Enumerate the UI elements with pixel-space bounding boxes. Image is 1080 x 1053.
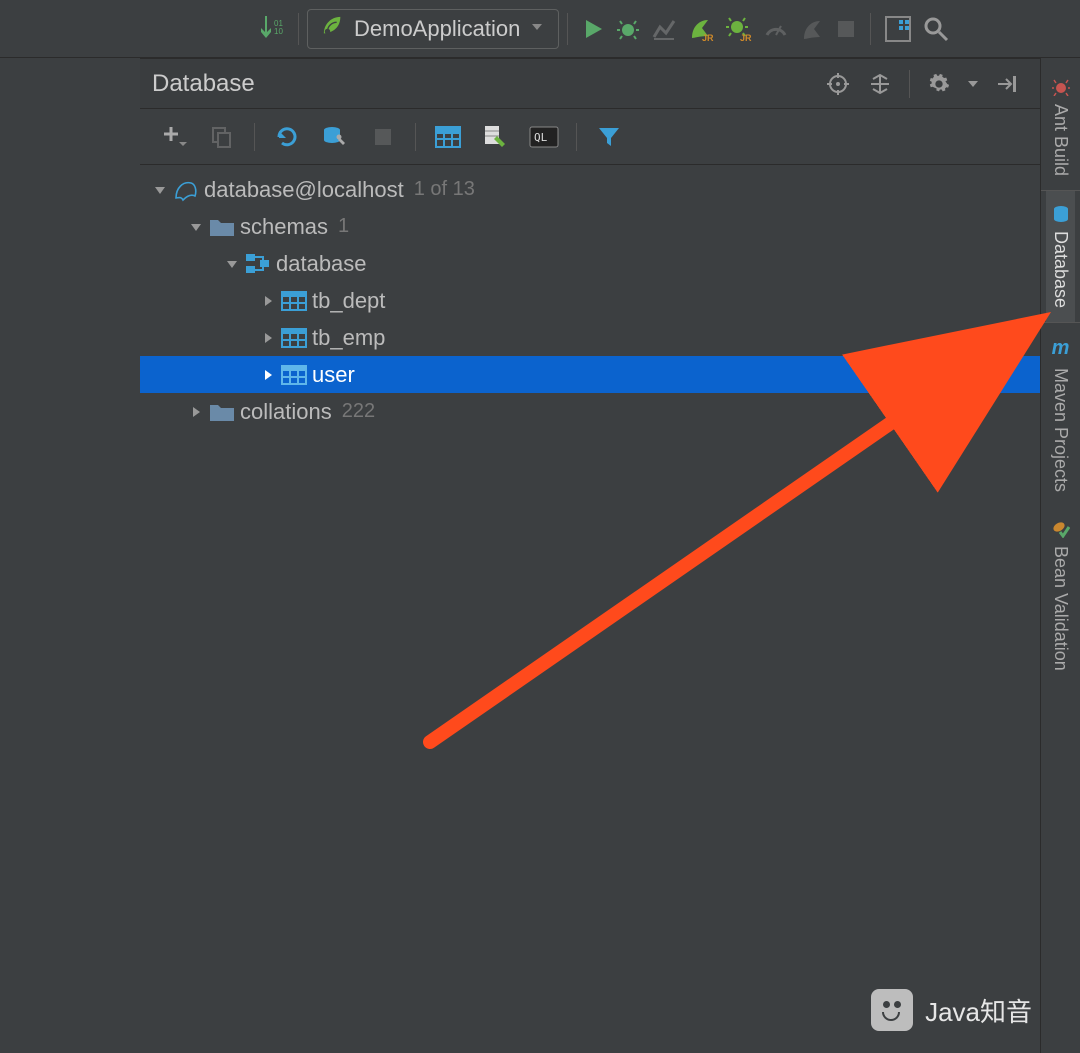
right-tool-rail: Ant Build Database m Maven Projects Bean… (1040, 58, 1080, 1053)
chevron-down-icon (222, 257, 242, 271)
run-configuration-label: DemoApplication (354, 16, 520, 42)
folder-icon (208, 400, 236, 424)
edit-data-icon[interactable] (478, 119, 514, 155)
chevron-right-icon (258, 294, 278, 308)
tree-node-label: tb_dept (312, 288, 385, 314)
panel-title: Database (152, 70, 255, 98)
tree-node-collations[interactable]: collations 222 (140, 393, 1040, 430)
tree-node-datasource[interactable]: database@localhost 1 of 13 (140, 171, 1040, 208)
chevron-right-icon (258, 368, 278, 382)
debug-jr-icon[interactable]: JR (726, 9, 752, 49)
search-icon[interactable] (923, 9, 949, 49)
rail-tab-ant-build[interactable]: Ant Build (1046, 64, 1075, 190)
toolbar-separator (567, 13, 568, 45)
chevron-right-icon (258, 331, 278, 345)
tree-node-label: schemas (240, 214, 328, 240)
mysql-dolphin-icon (172, 178, 200, 202)
sql-console-icon[interactable]: QL (526, 119, 562, 155)
rail-tab-database[interactable]: Database (1046, 191, 1075, 322)
tree-node-count: 1 (338, 215, 349, 238)
toolbar-separator (870, 13, 871, 45)
rail-tab-label: Bean Validation (1050, 546, 1071, 671)
tree-node-label: database (276, 251, 367, 277)
toolbar-separator (415, 123, 416, 151)
rail-tab-bean-validation[interactable]: Bean Validation (1046, 506, 1075, 685)
chevron-down-icon (186, 220, 206, 234)
gauge-icon[interactable] (764, 9, 788, 49)
tree-node-table-selected[interactable]: user (140, 356, 1040, 393)
tree-node-label: collations (240, 399, 332, 425)
chevron-down-icon (530, 17, 544, 40)
toolbar-separator (576, 123, 577, 151)
tree-node-count: 222 (342, 400, 375, 423)
main-toolbar: 0110 DemoApplication JR JR (0, 0, 1080, 58)
schema-icon (244, 252, 272, 276)
chevron-right-icon (186, 405, 206, 419)
wechat-icon (871, 989, 913, 1031)
stop-sync-icon[interactable] (365, 119, 401, 155)
panel-toolbar: QL (140, 109, 1040, 165)
svg-text:JR: JR (702, 33, 714, 42)
coverage-button[interactable] (652, 9, 676, 49)
run-configuration-selector[interactable]: DemoApplication (307, 9, 559, 49)
rail-tab-label: Database (1050, 231, 1071, 308)
toolbar-separator (254, 123, 255, 151)
split-icon[interactable] (865, 69, 895, 99)
svg-text:10: 10 (274, 27, 283, 36)
layout-icon[interactable] (885, 9, 911, 49)
tree-node-database[interactable]: database (140, 245, 1040, 282)
hide-panel-icon[interactable] (992, 69, 1022, 99)
tree-node-label: tb_emp (312, 325, 385, 351)
tree-node-label: database@localhost (204, 177, 404, 203)
table-icon (280, 363, 308, 387)
header-separator (909, 70, 910, 98)
watermark: Java知音 (871, 989, 1032, 1031)
main-area: Database (0, 58, 1080, 1053)
stop-button[interactable] (836, 9, 856, 49)
filter-icon[interactable] (591, 119, 627, 155)
rail-tab-label: Maven Projects (1050, 368, 1071, 492)
gear-dropdown-icon[interactable] (966, 69, 980, 99)
database-tree[interactable]: database@localhost 1 of 13 schemas 1 (140, 165, 1040, 1053)
duplicate-icon[interactable] (204, 119, 240, 155)
spring-leaf-icon (322, 15, 344, 43)
tree-node-count: 1 of 13 (414, 178, 475, 201)
add-icon[interactable] (156, 119, 192, 155)
download-icon[interactable]: 0110 (260, 9, 284, 49)
gear-icon[interactable] (924, 69, 954, 99)
svg-text:QL: QL (534, 131, 548, 144)
tree-node-table[interactable]: tb_emp (140, 319, 1040, 356)
folder-icon (208, 215, 236, 239)
tree-node-label: user (312, 362, 355, 388)
rail-tab-maven[interactable]: m Maven Projects (1046, 323, 1075, 506)
left-gutter (0, 58, 140, 1053)
svg-text:JR: JR (740, 33, 752, 42)
toolbar-separator (298, 13, 299, 45)
debug-button[interactable] (616, 9, 640, 49)
target-icon[interactable] (823, 69, 853, 99)
table-view-icon[interactable] (430, 119, 466, 155)
table-icon (280, 289, 308, 313)
profile-jr-icon[interactable]: JR (688, 9, 714, 49)
watermark-label: Java知音 (925, 992, 1032, 1029)
refresh-icon[interactable] (269, 119, 305, 155)
chevron-down-icon (150, 183, 170, 197)
database-panel: Database (140, 58, 1040, 1053)
run-button[interactable] (582, 9, 604, 49)
tree-node-schemas[interactable]: schemas 1 (140, 208, 1040, 245)
datasource-properties-icon[interactable] (317, 119, 353, 155)
rail-tab-label: Ant Build (1050, 104, 1071, 176)
table-icon (280, 326, 308, 350)
tree-node-table[interactable]: tb_dept (140, 282, 1040, 319)
profile-icon[interactable] (800, 9, 824, 49)
panel-header: Database (140, 59, 1040, 109)
